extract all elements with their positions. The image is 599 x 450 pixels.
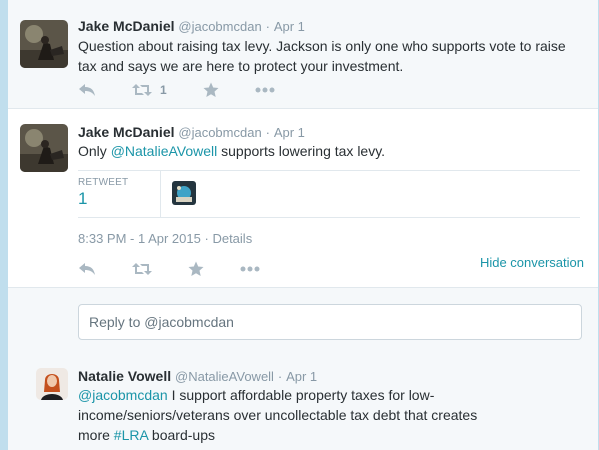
tweet-header: Jake McDaniel @jacobmcdan · Apr 1 [78,18,305,34]
retweeter-avatar[interactable] [172,181,196,205]
favorite-button[interactable] [188,261,204,277]
tweet-actions [78,259,296,279]
tweet[interactable]: Natalie Vowell @NatalieAVowell · Apr 1 @… [8,356,598,450]
tweet-text: @jacobmcdan I support affordable propert… [78,385,498,445]
separator: · [277,369,283,384]
reply-box: Reply to @jacobmcdan [8,287,598,357]
tweet-text: Only @NatalieAVowell supports lowering t… [78,141,588,161]
separator: · [265,125,270,140]
tweet-header: Jake McDaniel @jacobmcdan · Apr 1 [78,124,305,140]
mention-link[interactable]: @NatalieAVowell [111,143,218,159]
tweet-metadata: 8:33 PM - 1 Apr 2015 · Details [78,231,252,246]
more-button[interactable] [255,87,275,93]
reply-icon [79,263,95,275]
favorite-icon [203,82,219,97]
tweet-time[interactable]: Apr 1 [274,19,305,34]
retweet-count: 1 [160,83,167,97]
details-link[interactable]: Details [212,231,252,246]
avatar[interactable] [36,368,68,400]
tweet-text-start: Only [78,143,111,159]
avatar[interactable] [20,124,68,172]
favorite-button[interactable] [203,82,219,98]
avatar[interactable] [20,20,68,68]
meta-separator: · [204,231,209,246]
tweet[interactable]: Jake McDaniel @jacobmcdan · Apr 1 Questi… [8,0,598,109]
fullname[interactable]: Natalie Vowell [78,368,171,384]
tweet-stats: RETWEET 1 [78,170,580,218]
retweet-stat[interactable]: RETWEET 1 [78,171,161,217]
tweet-timestamp[interactable]: 8:33 PM - 1 Apr 2015 [78,231,201,246]
more-icon [240,266,260,272]
retweet-button[interactable]: 1 [132,83,167,97]
favorite-icon [188,261,204,276]
conversation-stream: Jake McDaniel @jacobmcdan · Apr 1 Questi… [8,0,598,450]
more-icon [255,87,275,93]
reply-input[interactable]: Reply to @jacobmcdan [78,304,582,340]
retweet-stat-value[interactable]: 1 [78,189,87,209]
separator: · [265,19,270,34]
tweet-time[interactable]: Apr 1 [274,125,305,140]
retweet-icon [132,263,152,275]
retweet-button[interactable] [132,262,152,276]
reply-icon [79,84,95,96]
reply-button[interactable] [78,83,96,97]
reply-button[interactable] [78,262,96,276]
tweet-header: Natalie Vowell @NatalieAVowell · Apr 1 [78,368,317,384]
tweet-text-end: supports lowering tax levy. [217,143,386,159]
fullname[interactable]: Jake McDaniel [78,18,175,34]
retweet-stat-label: RETWEET [78,177,129,188]
tweet-time[interactable]: Apr 1 [286,369,317,384]
tweet-text-end: board-ups [148,427,215,443]
retweeter-avatars [172,181,196,205]
hashtag-link[interactable]: #LRA [114,427,148,443]
hide-conversation-link[interactable]: Hide conversation [480,255,584,270]
username[interactable]: @jacobmcdan [178,19,261,34]
tweet-text: Question about raising tax levy. Jackson… [78,38,566,74]
username[interactable]: @NatalieAVowell [175,369,274,384]
tweet-actions: 1 [78,80,311,100]
more-button[interactable] [240,266,260,272]
username[interactable]: @jacobmcdan [178,125,261,140]
fullname[interactable]: Jake McDaniel [78,124,175,140]
mention-link[interactable]: @jacobmcdan [78,387,168,403]
retweet-icon [132,84,152,96]
